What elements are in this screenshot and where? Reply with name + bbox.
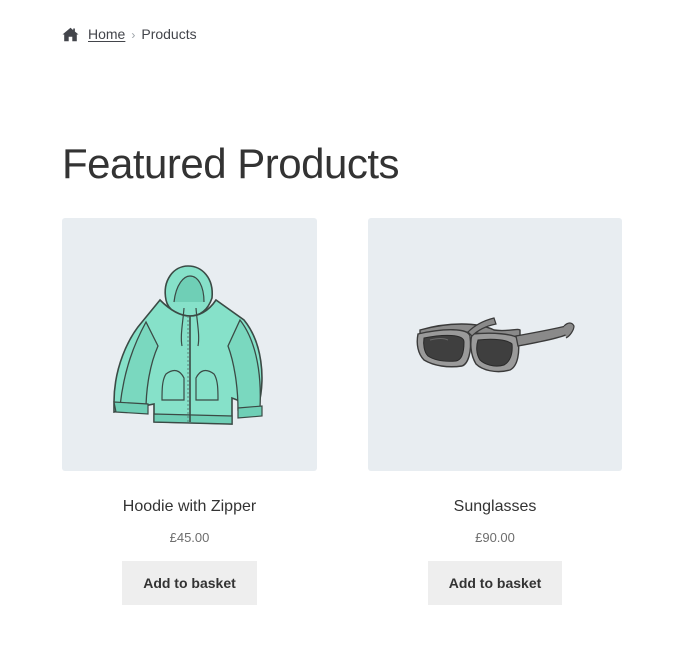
breadcrumb-separator: ›	[131, 28, 136, 42]
page-title: Featured Products	[62, 140, 400, 187]
product-name[interactable]: Sunglasses	[368, 497, 622, 517]
add-to-basket-button[interactable]: Add to basket	[122, 561, 257, 605]
product-card: Sunglasses £90.00 Add to basket	[368, 218, 622, 605]
breadcrumb: Home › Products	[62, 24, 197, 44]
product-name[interactable]: Hoodie with Zipper	[62, 497, 317, 517]
breadcrumb-home-link[interactable]: Home	[88, 26, 125, 42]
sunglasses-image[interactable]	[368, 218, 622, 471]
home-icon	[62, 27, 79, 42]
breadcrumb-current: Products	[141, 26, 197, 42]
add-to-basket-button[interactable]: Add to basket	[427, 561, 563, 605]
product-price: £45.00	[169, 530, 210, 545]
hoodie-with-zipper-image[interactable]	[62, 218, 317, 471]
product-card: Hoodie with Zipper £45.00 Add to basket	[62, 218, 317, 605]
product-price: £90.00	[475, 530, 515, 545]
